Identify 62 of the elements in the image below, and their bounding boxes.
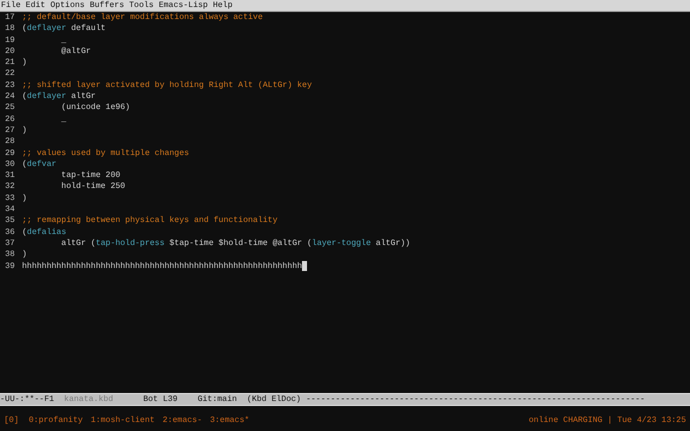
line-number: 25 [5,102,16,114]
code-line: ) [22,249,27,261]
code-line: ) [22,124,27,136]
menu-item[interactable]: Buffers [90,0,124,12]
line-number: 20 [5,46,16,58]
code-line: ) [22,192,27,204]
code-line: _ [60,34,66,46]
tmux-window-tab[interactable]: 2:emacs- [162,415,202,427]
code-line: _ [60,114,66,125]
menu-item[interactable]: Tools [129,0,154,12]
line-number: 34 [5,204,16,216]
code-line: (deflayer altGr [22,91,96,102]
major-modes: (Kbd ElDoc) [246,394,301,406]
menu-item[interactable]: Help [212,0,232,12]
line-number: 26 [5,114,16,125]
code-line: altGr (tap-hold-press $tap-time $hold-time @altGr (layer-toggle altGr)) [60,238,410,250]
tmux-window-tab[interactable]: 1:mosh-client [90,415,155,427]
line-number: 30 [5,158,16,170]
line-number: 38 [5,249,16,261]
mode-line-fill: --------------------------------------------------------------------- [306,394,645,406]
code-line: tap-time 200 [60,170,120,182]
line-number: 28 [5,136,16,148]
code-line: (deflayer default [22,23,106,35]
code-line: ) [22,57,27,68]
line-number: 23 [5,80,16,92]
code-line: hold-time 250 [60,181,126,193]
buffer-status: -UU-:**--F1 [0,394,54,406]
cursor-position: Bot L39 [143,394,178,406]
menu-item[interactable]: Edit [26,0,46,12]
menu-item[interactable]: Options [50,0,85,12]
code-line: hhhhhhhhhhhhhhhhhhhhhhhhhhhhhhhhhhhhhhhhhhhhhhhhhhhhhhhhh [22,260,302,272]
line-number: 19 [5,34,16,46]
tmux-window-tab[interactable]: 3:emacs* [210,415,250,427]
line-number: 32 [5,181,16,193]
line-number: 35 [5,215,16,227]
line-number: 22 [5,68,16,80]
code-line: ;; values used by multiple changes [22,148,190,159]
buffer-name: kanata.kbd [64,394,114,406]
git-branch: Git:main [198,394,237,406]
line-number: 29 [5,148,16,159]
code-line: ;; remapping between physical keys and functionality [22,215,278,227]
line-number: 39 [5,260,16,272]
line-number: 27 [5,124,16,136]
line-number: 36 [5,226,16,238]
system-status: online CHARGING | Tue 4/23 13:25 [528,415,686,427]
code-line: (unicode 1e96) [60,102,130,114]
code-line: ;; shifted layer activated by holding Right Alt (ALtGr) key [22,80,312,92]
line-number: 37 [5,238,16,250]
code-line: (defalias [22,226,66,238]
line-number: 33 [5,192,16,204]
code-line: ;; default/base layer modifications always active [22,12,263,24]
menu-item[interactable]: File [1,0,21,12]
tmux-window-tab[interactable]: 0:profanity [28,415,83,427]
line-number: 17 [5,12,16,24]
line-number: 21 [5,57,16,68]
line-number: 31 [5,170,16,182]
line-number: 24 [5,91,16,102]
code-line: (defvar [22,158,56,170]
line-number: 18 [5,23,16,35]
code-line: @altGr [60,46,91,58]
menu-item[interactable]: Emacs-Lisp [158,0,208,12]
session-label: [0] [4,415,19,427]
